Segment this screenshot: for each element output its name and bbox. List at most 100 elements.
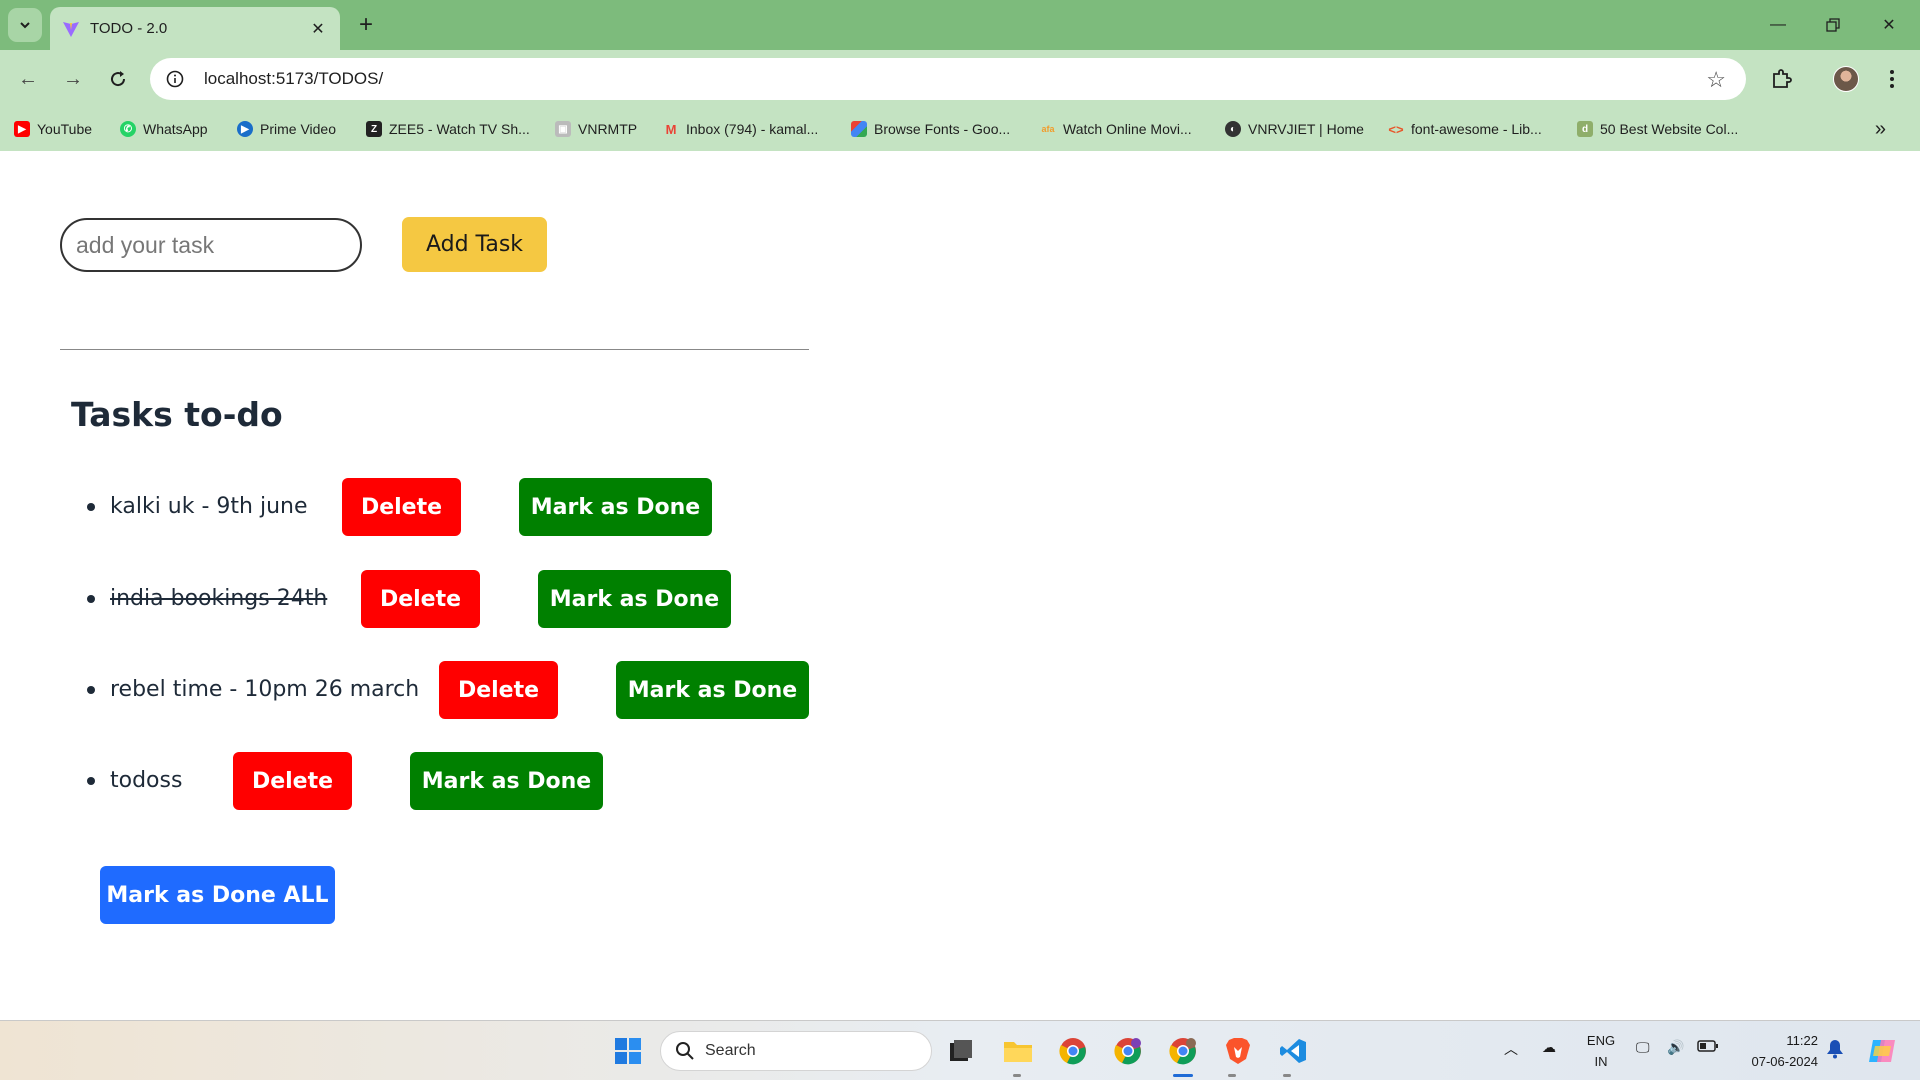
bullet-icon [87, 595, 95, 603]
profile-avatar[interactable] [1830, 63, 1862, 95]
tab-search-button[interactable] [8, 8, 42, 42]
active-indicator [1173, 1074, 1193, 1077]
task-text: todoss [110, 768, 183, 793]
chevron-down-icon [20, 22, 30, 29]
bookmark-youtube[interactable]: ▶ YouTube [14, 119, 92, 139]
task-text: rebel time - 10pm 26 march [110, 677, 420, 702]
region-code: IN [1594, 1054, 1608, 1069]
active-tab[interactable]: TODO - 2.0 ✕ [50, 7, 340, 50]
tab-title: TODO - 2.0 [90, 20, 168, 37]
vite-logo-icon [63, 21, 79, 37]
bookmark-vnrvjiet[interactable]: ◐ VNRVJIET | Home [1225, 119, 1364, 139]
mark-done-button[interactable]: Mark as Done [410, 752, 603, 810]
chrome-active-icon[interactable] [1163, 1031, 1203, 1071]
extensions-icon[interactable] [1765, 63, 1797, 95]
bookmark-star-icon[interactable]: ☆ [1706, 67, 1726, 93]
task-text-completed: india bookings 24th [110, 586, 328, 611]
task-text: kalki uk - 9th june [110, 494, 308, 519]
volume-icon[interactable]: 🔊 [1667, 1039, 1684, 1056]
language-code: ENG [1586, 1033, 1616, 1048]
zee5-icon: Z [366, 121, 382, 137]
tab-strip: TODO - 2.0 ✕ + — ✕ [0, 0, 1920, 50]
bookmark-google-fonts[interactable]: Browse Fonts - Goo... [851, 119, 1010, 139]
new-tab-button[interactable]: + [352, 11, 380, 39]
task-item: rebel time - 10pm 26 march Delete Mark a… [0, 661, 900, 719]
copilot-icon[interactable] [1862, 1031, 1902, 1071]
vnrmtp-icon: ▣ [555, 121, 571, 137]
bookmark-prime-video[interactable]: ▶ Prime Video [237, 119, 336, 139]
mark-all-done-button[interactable]: Mark as Done ALL [100, 866, 335, 924]
search-icon [676, 1042, 694, 1060]
divider [60, 349, 809, 350]
task-input[interactable] [60, 218, 362, 272]
file-explorer-icon[interactable] [998, 1031, 1038, 1071]
gmail-icon: M [665, 121, 677, 137]
address-bar[interactable]: localhost:5173/TODOS/ ☆ [150, 58, 1746, 100]
back-arrow-icon[interactable]: ← [12, 63, 44, 95]
whatsapp-icon: ✆ [120, 121, 136, 137]
running-indicator [1228, 1074, 1236, 1077]
restore-icon[interactable] [1810, 10, 1856, 40]
youtube-icon: ▶ [14, 121, 30, 137]
prime-video-icon: ▶ [237, 121, 253, 137]
taskbar-search[interactable]: Search [660, 1031, 932, 1071]
bookmark-gmail[interactable]: M Inbox (794) - kamal... [663, 119, 819, 139]
task-view-icon[interactable] [941, 1031, 981, 1071]
delete-button[interactable]: Delete [439, 661, 558, 719]
site-info-icon[interactable] [162, 66, 188, 92]
code-icon: <> [1388, 121, 1404, 137]
tab-close-icon[interactable]: ✕ [308, 19, 328, 39]
mark-done-button[interactable]: Mark as Done [616, 661, 809, 719]
clock-time: 11:22 [1786, 1033, 1818, 1048]
clock-date: 07-06-2024 [1751, 1054, 1819, 1069]
onedrive-cloud-icon[interactable]: ☁ [1542, 1039, 1556, 1056]
language-indicator[interactable]: ENG IN [1584, 1030, 1618, 1072]
window-close-icon[interactable]: ✕ [1866, 10, 1912, 40]
bookmark-whatsapp[interactable]: ✆ WhatsApp [120, 119, 208, 139]
google-fonts-icon [851, 121, 867, 137]
browser-toolbar: ← → localhost:5173/TODOS/ ☆ [0, 50, 1920, 107]
taskbar-search-label: Search [705, 1042, 756, 1059]
bookmarks-bar: ▶ YouTube ✆ WhatsApp ▶ Prime Video Z ZEE5 - … [0, 107, 1920, 151]
url-text: localhost:5173/TODOS/ [204, 69, 384, 88]
running-indicator [1283, 1074, 1291, 1077]
bookmark-vnrmtp[interactable]: ▣ VNRMTP [555, 119, 637, 139]
minimize-icon[interactable]: — [1755, 10, 1801, 40]
battery-icon[interactable] [1697, 1039, 1719, 1056]
menu-kebab-icon[interactable] [1876, 63, 1908, 95]
bullet-icon [87, 777, 95, 785]
chrome-profile-icon[interactable] [1108, 1031, 1148, 1071]
task-item: kalki uk - 9th june Delete Mark as Done [0, 478, 900, 536]
reload-icon[interactable] [102, 63, 134, 95]
task-item: india bookings 24th Delete Mark as Done [0, 570, 900, 628]
bookmark-watch-movies[interactable]: afa Watch Online Movi... [1040, 119, 1191, 139]
chevron-up-icon[interactable]: ︿ [1504, 1039, 1518, 1059]
vnrvjiet-icon: ◐ [1225, 121, 1241, 137]
clock[interactable]: 11:22 07-06-2024 [1732, 1030, 1819, 1072]
task-item: todoss Delete Mark as Done [0, 752, 900, 810]
delete-button[interactable]: Delete [361, 570, 480, 628]
bookmarks-overflow-icon[interactable]: » [1875, 118, 1886, 141]
mark-done-button[interactable]: Mark as Done [519, 478, 712, 536]
forward-arrow-icon[interactable]: → [57, 63, 89, 95]
bookmark-zee5[interactable]: Z ZEE5 - Watch TV Sh... [366, 119, 530, 139]
chrome-icon[interactable] [1053, 1031, 1093, 1071]
delete-button[interactable]: Delete [233, 752, 352, 810]
network-icon[interactable]: 🖵 [1636, 1039, 1650, 1056]
windows-taskbar: Search ︿ ☁ ENG IN 🖵 🔊 11:22 07-06-2024 [0, 1020, 1920, 1080]
windows-start-icon[interactable] [608, 1031, 648, 1071]
todo-app: Add Task Tasks to-do kalki uk - 9th june… [0, 151, 1920, 1020]
vscode-icon[interactable] [1273, 1031, 1313, 1071]
bullet-icon [87, 686, 95, 694]
bullet-icon [87, 503, 95, 511]
bookmark-website-colors[interactable]: d 50 Best Website Col... [1577, 119, 1738, 139]
notification-bell-icon[interactable] [1826, 1039, 1844, 1062]
browser-chrome: TODO - 2.0 ✕ + — ✕ ← → localhost:5173/TO… [0, 0, 1920, 151]
brave-icon[interactable] [1218, 1031, 1258, 1071]
delete-button[interactable]: Delete [342, 478, 461, 536]
movies-icon: afa [1041, 124, 1055, 134]
mark-done-button[interactable]: Mark as Done [538, 570, 731, 628]
add-task-button[interactable]: Add Task [402, 217, 547, 272]
website-colors-icon: d [1577, 121, 1593, 137]
bookmark-font-awesome[interactable]: <> font-awesome - Lib... [1388, 119, 1541, 139]
